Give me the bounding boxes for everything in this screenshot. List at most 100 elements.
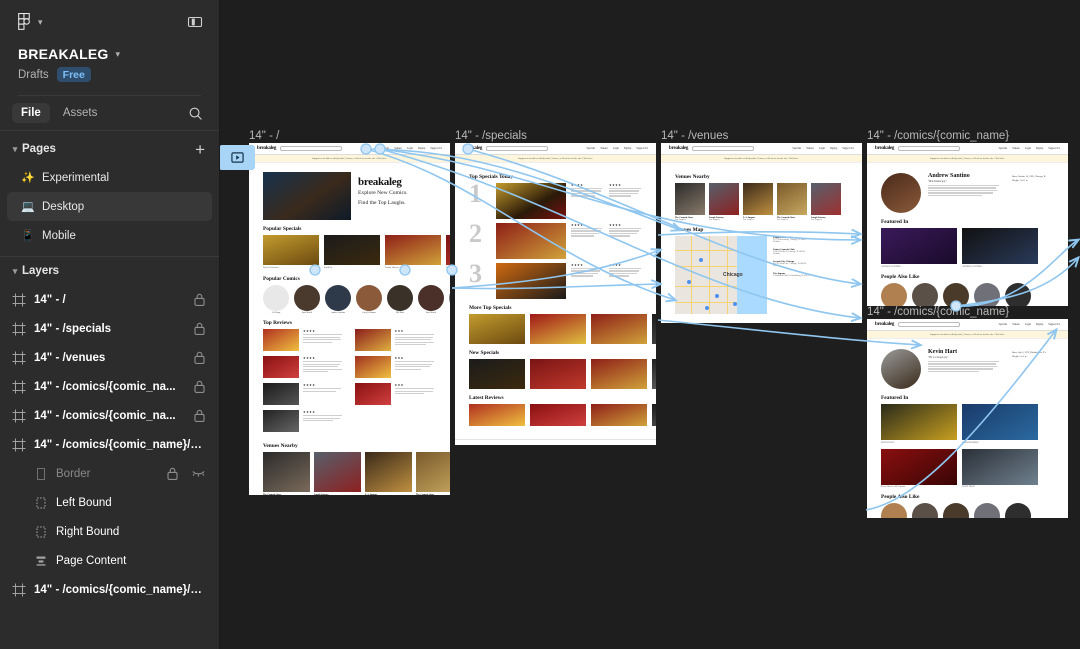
layer-row[interactable]: 14" - /specials bbox=[0, 314, 219, 343]
review-card[interactable] bbox=[469, 404, 525, 426]
featured-card[interactable]: KEVIN HART bbox=[881, 404, 957, 444]
comic-avatar[interactable]: Anthony Jeselnik bbox=[943, 503, 969, 518]
layers-section-header[interactable]: ▾ Layers bbox=[0, 257, 219, 285]
comic-avatar[interactable]: Ali Wong bbox=[263, 284, 289, 314]
layer-row[interactable]: 14" - /comics/{comic_name}/{spe... bbox=[0, 430, 219, 459]
nav-link[interactable]: Venues bbox=[394, 147, 402, 150]
nav-link[interactable]: Support Us bbox=[1048, 147, 1060, 150]
nav-link[interactable]: Login bbox=[613, 147, 619, 150]
venues-map[interactable]: Chicago bbox=[675, 235, 767, 314]
site-logo[interactable]: breakaleg bbox=[463, 146, 482, 151]
comic-avatar[interactable]: Greg Dellaman bbox=[356, 284, 382, 314]
frame-label-comic-1[interactable]: 14" - /comics/{comic_name} bbox=[867, 130, 1009, 142]
nav-link[interactable]: Support Us bbox=[430, 147, 442, 150]
nav-link[interactable]: Venues bbox=[1012, 323, 1020, 326]
frame-comic-kevin-hart[interactable]: breakaleg Specials Venues Login Signup S… bbox=[867, 319, 1068, 518]
nav-link[interactable]: Specials bbox=[999, 147, 1008, 150]
special-card[interactable] bbox=[530, 359, 586, 389]
ranked-special[interactable]: 1 ★★★★ ★★★★ bbox=[469, 180, 642, 219]
venue-card[interactable]: Laugh FactoryLos Angeles bbox=[314, 452, 361, 495]
venue-website[interactable]: Website bbox=[773, 241, 848, 243]
venues-row[interactable]: The Comedy StoreLos Angeles Laugh Factor… bbox=[675, 183, 848, 221]
site-search-input[interactable] bbox=[898, 146, 961, 151]
sidebar-page-desktop[interactable]: 💻 Desktop bbox=[7, 192, 212, 221]
featured-card[interactable]: ANDREW SANTINO bbox=[881, 228, 957, 268]
file-location[interactable]: Drafts bbox=[18, 69, 49, 81]
comic-avatar[interactable]: Andrew Santino bbox=[325, 284, 351, 314]
nav-link[interactable]: Specials bbox=[793, 147, 802, 150]
panel-toggle-icon[interactable] bbox=[187, 14, 203, 30]
review-item[interactable]: ★★★ bbox=[354, 356, 437, 379]
venue-card[interactable]: L.A. ImprovLos Angeles bbox=[743, 183, 773, 221]
also-like-row[interactable]: Sam Morril Bill Burr Anthony Jeselnik An… bbox=[881, 503, 1054, 518]
figma-menu-button[interactable]: ▾ bbox=[18, 12, 43, 32]
venue-website[interactable]: Website bbox=[773, 253, 848, 255]
venues-row[interactable]: The Comedy StoreLos Angeles Laugh Factor… bbox=[263, 452, 450, 495]
special-card[interactable] bbox=[469, 314, 525, 344]
review-card[interactable] bbox=[652, 404, 656, 426]
site-search-input[interactable] bbox=[486, 146, 549, 151]
nav-link[interactable]: Signup bbox=[418, 147, 425, 150]
new-specials-row[interactable] bbox=[469, 359, 656, 389]
site-search-input[interactable] bbox=[280, 146, 343, 151]
special-card[interactable]: Don't Be Gross bbox=[446, 235, 450, 270]
latest-reviews-row[interactable] bbox=[469, 404, 656, 426]
special-card[interactable] bbox=[469, 359, 525, 389]
special-card[interactable] bbox=[591, 359, 647, 389]
lock-icon[interactable] bbox=[194, 322, 205, 335]
nav-link[interactable]: Specials bbox=[381, 147, 390, 150]
site-logo[interactable]: breakaleg bbox=[875, 146, 894, 151]
nav-link[interactable]: Signup bbox=[1036, 323, 1043, 326]
site-logo[interactable]: breakaleg bbox=[257, 146, 276, 151]
comic-avatar[interactable]: Sam Morril bbox=[294, 284, 320, 314]
review-item[interactable]: ★★★★ bbox=[263, 329, 345, 352]
review-card[interactable] bbox=[591, 404, 647, 426]
comic-avatar[interactable]: Bill Burr bbox=[387, 284, 413, 314]
nav-link[interactable]: Support Us bbox=[1048, 323, 1060, 326]
layer-row[interactable]: 14" - /venues bbox=[0, 343, 219, 372]
layer-row[interactable]: 14" - /comics/{comic_na... bbox=[0, 401, 219, 430]
site-search-input[interactable] bbox=[692, 146, 755, 151]
lock-icon[interactable] bbox=[194, 380, 205, 393]
map-venue-item[interactable]: Laugh Factory Chicago 3175 N Broadway, C… bbox=[773, 236, 848, 243]
featured-grid[interactable]: ANDREW SANTINO ANDREW SANTINO bbox=[881, 228, 1054, 268]
sidebar-page-experimental[interactable]: ✨ Experimental bbox=[7, 163, 212, 192]
frame-venues[interactable]: breakaleg Specials Venues Login Signup S… bbox=[661, 143, 862, 323]
frame-label-venues[interactable]: 14" - /venues bbox=[661, 130, 728, 142]
special-card[interactable]: Zainab Johnson bbox=[385, 235, 441, 270]
frame-label-comic-2[interactable]: 14" - /comics/{comic_name} bbox=[867, 306, 1009, 318]
map-venue-item[interactable]: Zanies Comedy Club 1548 N Wells St, Chic… bbox=[773, 248, 848, 255]
comic-avatar[interactable]: Andy Schreiber bbox=[974, 282, 1000, 306]
special-card[interactable] bbox=[652, 314, 656, 344]
ranked-special[interactable]: 3 ★★★★ ★★★★ bbox=[469, 260, 642, 299]
comic-avatar[interactable]: Sam Morril bbox=[881, 282, 907, 306]
layer-row[interactable]: 14" - /comics/{comic_na... bbox=[0, 372, 219, 401]
special-card[interactable]: Stand Up bbox=[324, 235, 380, 270]
review-item[interactable]: ★★★★ bbox=[263, 410, 345, 433]
special-card[interactable] bbox=[591, 314, 647, 344]
pages-section-header[interactable]: ▾ Pages + bbox=[0, 135, 219, 163]
special-card[interactable] bbox=[530, 314, 586, 344]
nav-link[interactable]: Signup bbox=[1036, 147, 1043, 150]
featured-card[interactable]: ANDREW SANTINO bbox=[962, 228, 1038, 268]
plan-badge[interactable]: Free bbox=[56, 67, 91, 82]
frame-label-specials[interactable]: 14" - /specials bbox=[455, 130, 527, 142]
comic-avatar[interactable]: Bobby Lee bbox=[449, 284, 450, 315]
venue-card[interactable]: The Comedy StoreLos Angeles bbox=[777, 183, 807, 221]
comic-avatar[interactable]: Andy Schreiber bbox=[974, 503, 1000, 518]
frame-specials[interactable]: breakaleg Specials Venues Login Signup S… bbox=[455, 143, 656, 445]
canvas[interactable]: 14" - / 14" - /specials 14" - /venues 14… bbox=[220, 0, 1080, 649]
featured-card[interactable]: IRRESPONSIBLE bbox=[962, 404, 1038, 444]
comic-avatar[interactable]: Bill Burr bbox=[1005, 503, 1031, 518]
layer-row[interactable]: 14" - / bbox=[0, 285, 219, 314]
venue-card[interactable]: Laugh FactoryLos Angeles bbox=[811, 183, 841, 221]
review-item[interactable]: ★★★★ bbox=[263, 356, 345, 379]
comic-avatar[interactable]: Bill Burr bbox=[912, 282, 938, 306]
site-banner[interactable]: Support us to add or edit Specials, Venu… bbox=[661, 155, 862, 163]
file-title-row[interactable]: BREAKALEG ▾ bbox=[18, 46, 201, 62]
site-logo[interactable]: breakaleg bbox=[669, 146, 688, 151]
venue-card[interactable]: The Comedy StoreLos Angeles bbox=[263, 452, 310, 495]
comic-avatar[interactable]: Sam Morril bbox=[418, 284, 444, 314]
map-venue-item[interactable]: The Improv 5 Woodfield Mall, Schaumburg,… bbox=[773, 272, 848, 277]
search-icon[interactable] bbox=[188, 106, 203, 121]
